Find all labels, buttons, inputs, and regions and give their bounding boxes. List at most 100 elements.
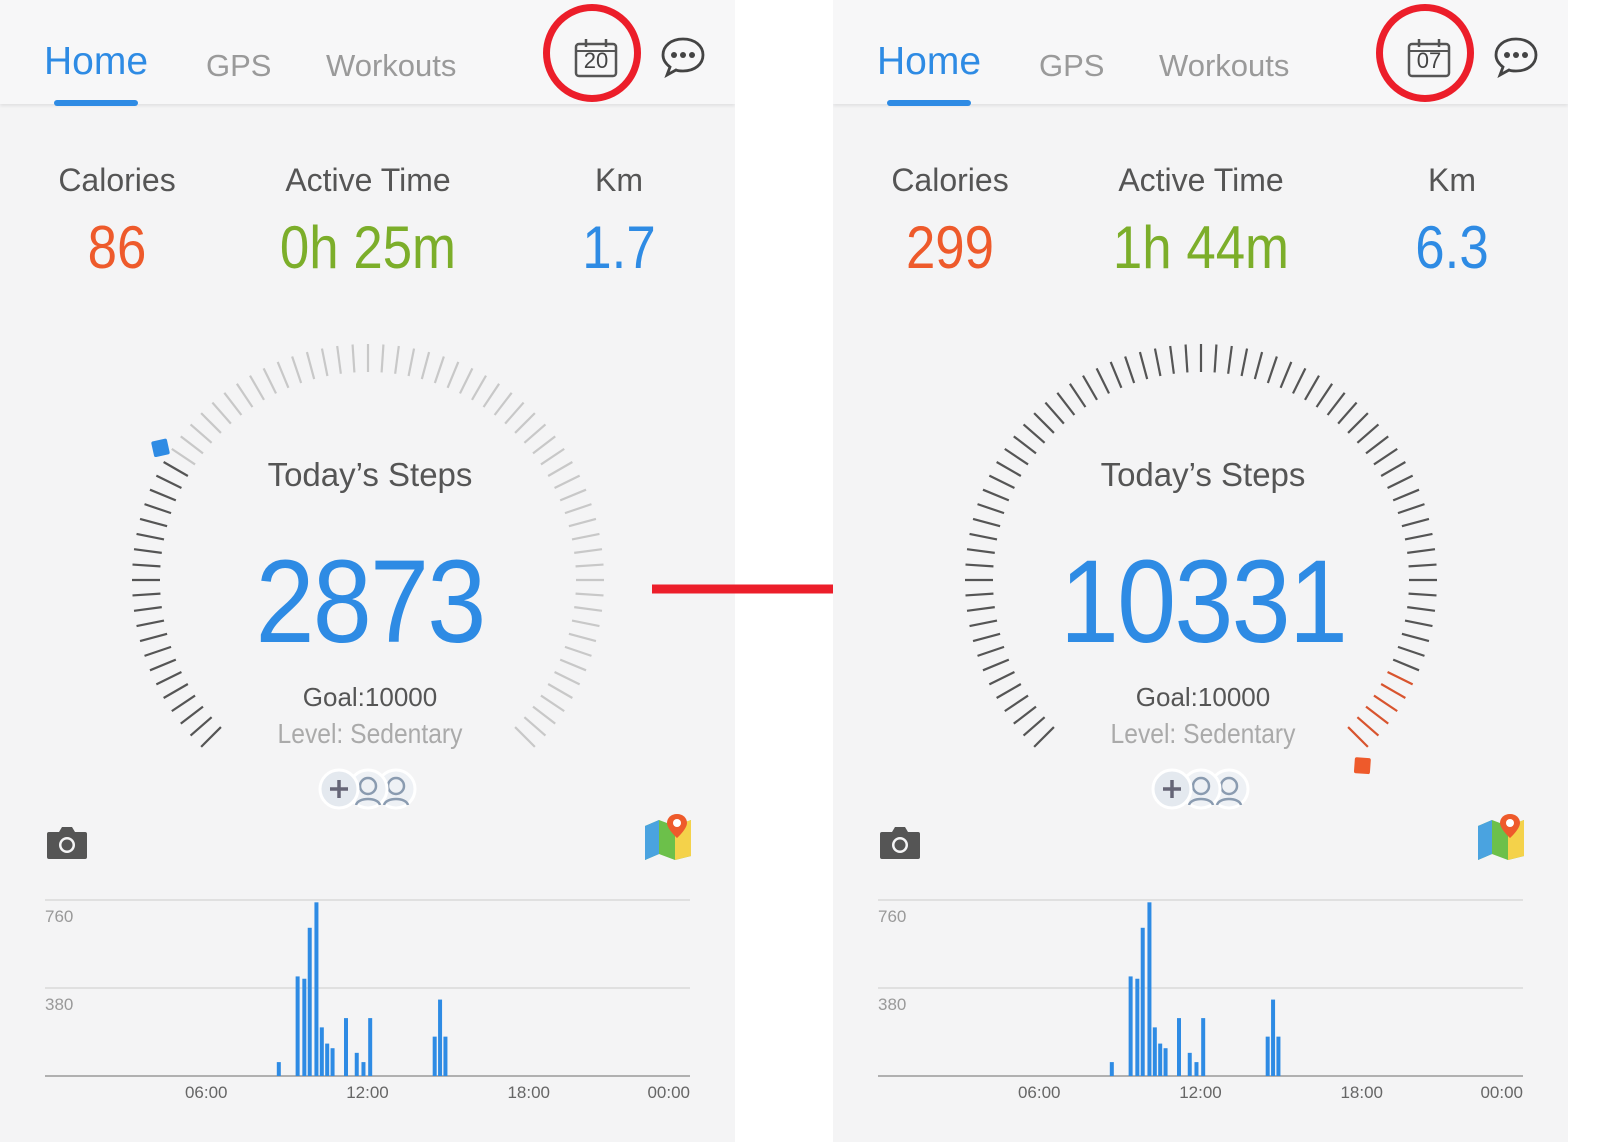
gauge-tick	[1124, 356, 1136, 384]
gauge-tick	[1056, 392, 1076, 416]
gauge-tick	[969, 619, 998, 628]
gauge-tick	[262, 367, 277, 394]
x-tick-label: 00:00	[1480, 1083, 1523, 1102]
gauge-tick	[1408, 592, 1437, 597]
gauge-tick	[1401, 517, 1430, 528]
gauge-tick	[571, 532, 600, 541]
gauge-tick	[1253, 351, 1264, 380]
gauge-tick	[1392, 488, 1420, 502]
steps-bar	[319, 1027, 324, 1076]
gauge-tick	[235, 383, 254, 408]
gauge-tick	[540, 694, 565, 713]
gauge-tick	[1022, 423, 1046, 444]
steps-bar	[1163, 1048, 1168, 1076]
map-pin-icon[interactable]	[1476, 812, 1526, 860]
steps-bar	[276, 1062, 281, 1076]
gauge-tick	[1380, 683, 1406, 699]
x-tick-label: 12:00	[346, 1083, 389, 1102]
gauge-tick	[189, 716, 213, 737]
gauge-tick	[988, 474, 1015, 489]
steps-bar	[307, 927, 312, 1076]
gauge-tick	[1326, 392, 1346, 416]
steps-gauge	[965, 344, 1437, 775]
gauge-tick	[1401, 632, 1430, 643]
steps-bar	[361, 1062, 366, 1076]
gauge-tick	[149, 488, 177, 502]
gauge-tick	[1387, 474, 1414, 489]
gauge-tick	[564, 503, 592, 515]
y-tick-label: 380	[45, 995, 73, 1014]
gauge-tick	[514, 726, 536, 748]
gauge-tick	[972, 517, 1001, 528]
steps-bar	[1147, 902, 1152, 1076]
gauge-tick	[969, 532, 998, 541]
gauge-tick	[988, 671, 1015, 686]
gauge-tick	[965, 563, 994, 568]
gauge-tick	[1022, 716, 1046, 737]
steps-goal: Goal:10000	[1135, 682, 1271, 712]
steps-bar	[432, 1036, 437, 1076]
x-tick-label: 18:00	[1340, 1083, 1383, 1102]
gauge-tick	[1138, 351, 1149, 380]
gauge-tick	[1404, 619, 1433, 628]
x-tick-label: 18:00	[507, 1083, 550, 1102]
gauge-tick	[514, 412, 536, 434]
gauge-tick	[1266, 356, 1278, 384]
x-tick-label: 06:00	[185, 1083, 228, 1102]
gauge-tick	[180, 705, 204, 725]
gauge-tick	[1347, 412, 1369, 434]
app-screen-before: Home GPS Workouts 20 Calories 86 Active …	[0, 0, 735, 1142]
x-tick-label: 00:00	[647, 1083, 690, 1102]
gauge-tick	[200, 726, 222, 748]
gauge-tick	[1392, 658, 1420, 672]
gauge-tick	[407, 348, 416, 377]
gauge-tick	[471, 375, 487, 401]
gauge-tick	[568, 632, 597, 643]
gauge-tick	[965, 592, 994, 597]
gauge-tick	[1304, 375, 1320, 401]
camera-icon[interactable]	[46, 824, 88, 860]
gauge-tick	[1397, 645, 1425, 657]
gauge-tick	[996, 461, 1022, 477]
gauge-tick	[291, 356, 303, 384]
steps-count: 10331	[1059, 536, 1348, 668]
gauge-tick	[547, 461, 573, 477]
gauge-tick	[574, 606, 603, 612]
gauge-tick	[132, 592, 161, 597]
add-friends-icon[interactable]	[318, 767, 418, 811]
gauge-tick	[1407, 606, 1436, 612]
steps-bar	[438, 999, 443, 1076]
steps-title: Today’s Steps	[267, 456, 473, 493]
gauge-progress-marker	[1353, 757, 1371, 775]
gauge-tick	[575, 592, 604, 597]
gauge-tick	[155, 474, 182, 489]
steps-gauge	[132, 344, 604, 748]
gauge-tick	[380, 344, 385, 373]
camera-icon[interactable]	[879, 824, 921, 860]
gauge-tick	[1240, 348, 1249, 377]
gauge-tick	[163, 683, 189, 699]
gauge-tick	[1380, 461, 1406, 477]
gauge-tick	[200, 412, 222, 434]
steps-bar	[314, 902, 319, 1076]
map-pin-icon[interactable]	[643, 812, 693, 860]
gauge-tick	[1387, 671, 1414, 686]
gauge-tick	[532, 705, 556, 725]
gauge-tick	[132, 563, 161, 568]
gauge-tick	[966, 606, 995, 612]
gauge-tick	[977, 503, 1005, 515]
gauge-tick	[1356, 423, 1380, 444]
gauge-tick	[155, 671, 182, 686]
gauge-tick	[1095, 367, 1110, 394]
gauge-tick	[394, 345, 400, 374]
steps-title: Today’s Steps	[1100, 456, 1306, 493]
hourly-steps-chart: 760 380 06:00 12:00 18:00 00:00	[45, 899, 690, 1102]
gauge-progress-marker	[151, 438, 170, 458]
add-friends-icon[interactable]	[1151, 767, 1251, 811]
steps-bar	[344, 1018, 348, 1076]
gauge-tick	[966, 548, 995, 554]
gauge-tick	[1013, 705, 1037, 725]
gauge-tick	[1337, 401, 1358, 425]
steps-bar	[295, 976, 300, 1076]
gauge-tick	[1407, 548, 1436, 554]
